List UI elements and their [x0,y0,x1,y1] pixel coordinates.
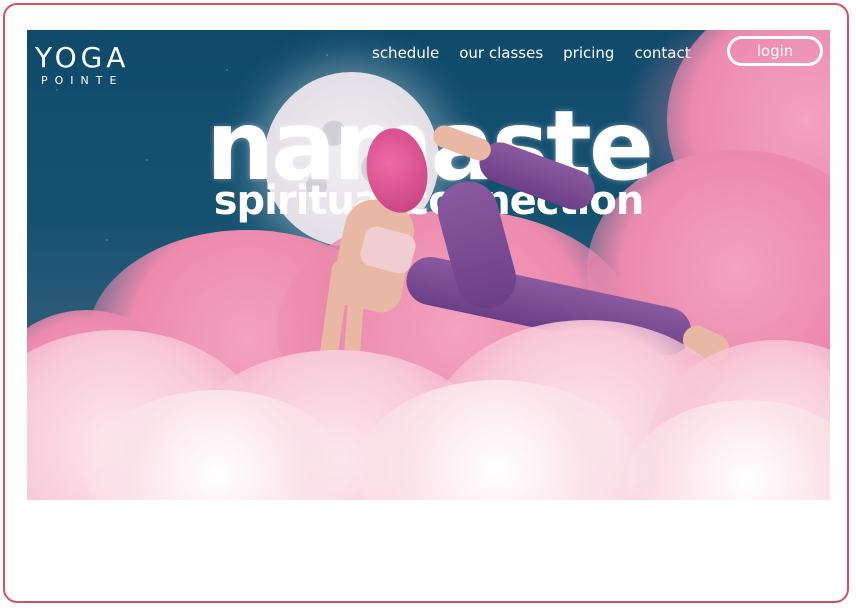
nav-link-pricing[interactable]: pricing [563,44,614,62]
brand-logo[interactable]: YOGA POINTE [35,41,130,88]
login-button[interactable]: login [727,36,823,66]
nav-link-schedule[interactable]: schedule [372,44,439,62]
logo-wordmark: YOGA [35,41,130,74]
main-nav: schedule our classes pricing contact [372,44,691,62]
hero-section: namaste spiritual connection YOGA POINTE… [27,30,830,500]
logo-tagline: POINTE [41,74,124,87]
nav-link-contact[interactable]: contact [634,44,690,62]
nav-link-our-classes[interactable]: our classes [459,44,543,62]
